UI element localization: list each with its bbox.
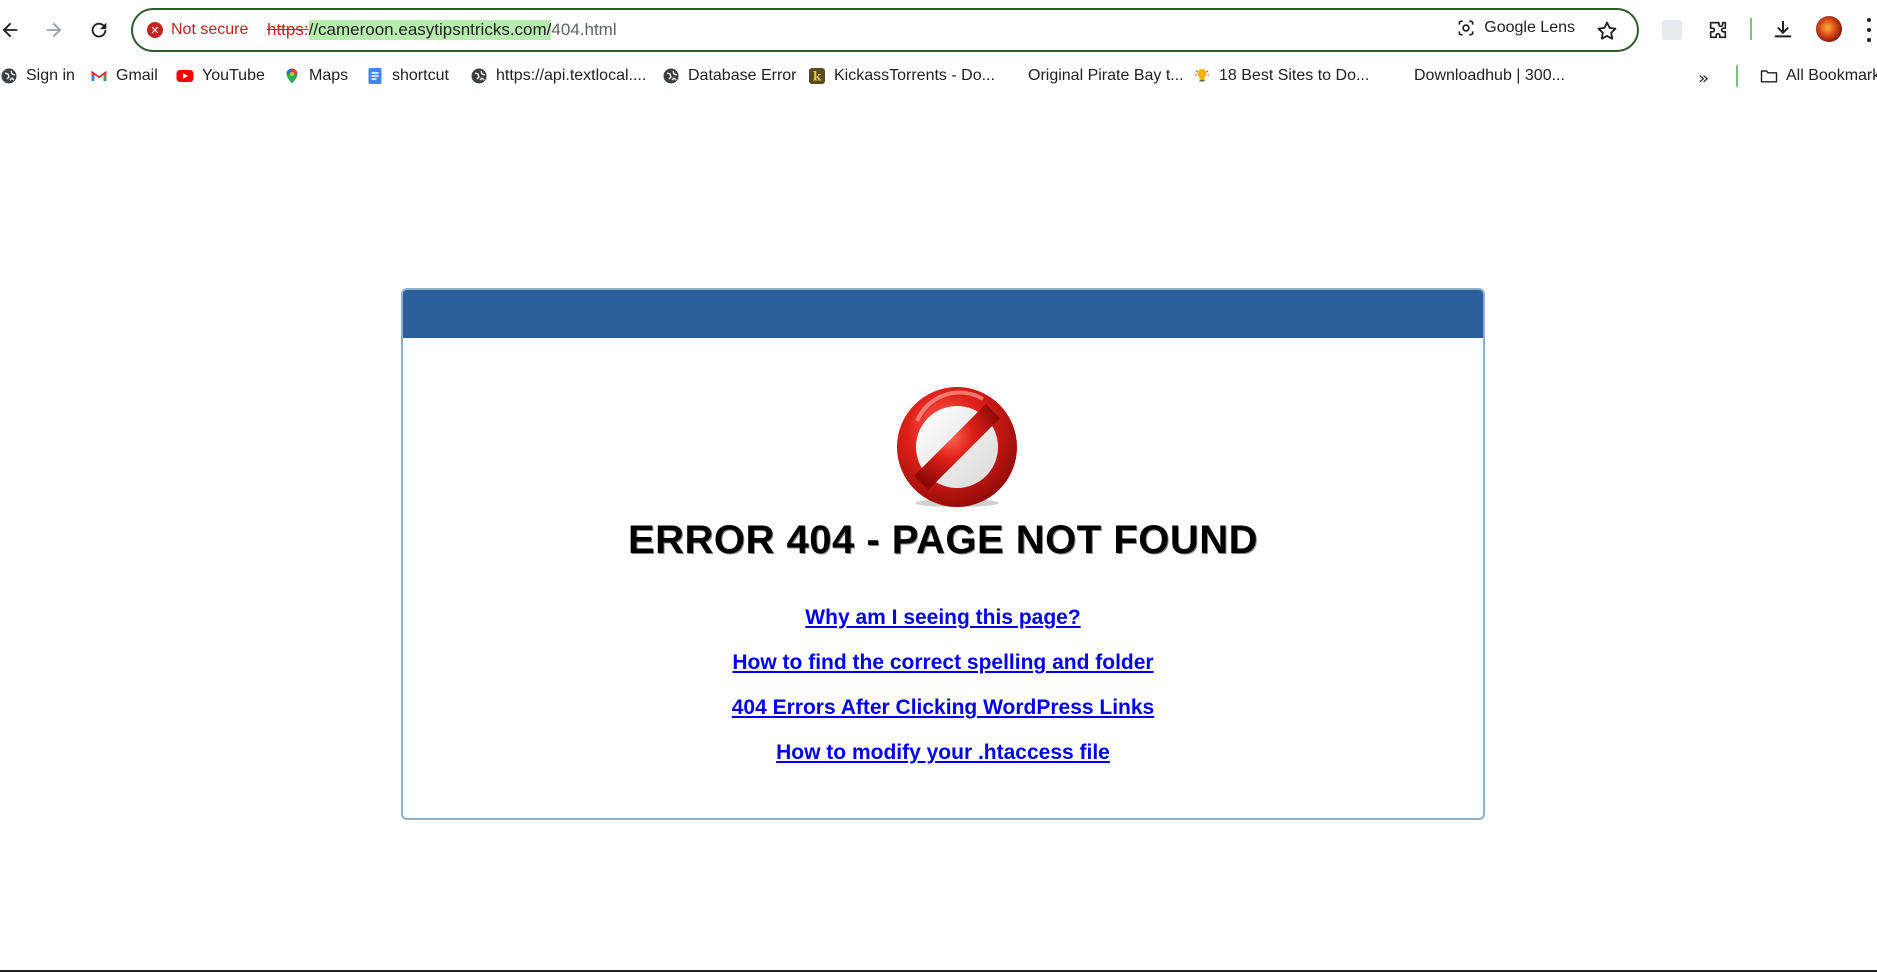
bookmark-kickasstorrents[interactable]: k KickassTorrents - Do... bbox=[808, 64, 995, 88]
error-panel-header bbox=[403, 290, 1483, 338]
back-arrow-icon bbox=[2, 22, 18, 38]
reload-icon bbox=[91, 22, 107, 38]
menu-icon[interactable] bbox=[1866, 18, 1872, 42]
bookmark-downloadhub[interactable]: Downloadhub | 300... bbox=[1388, 64, 1565, 88]
url-path: 404.html bbox=[551, 20, 617, 39]
error-panel: ERROR 404 - PAGE NOT FOUND Why am I seei… bbox=[401, 288, 1485, 820]
folder-icon bbox=[1760, 67, 1778, 85]
extensions-icon[interactable] bbox=[1702, 14, 1734, 46]
prohibited-icon bbox=[897, 387, 1017, 507]
error-title: ERROR 404 - PAGE NOT FOUND bbox=[627, 518, 1259, 562]
gmail-icon bbox=[90, 67, 108, 85]
bookmark-youtube[interactable]: YouTube bbox=[176, 64, 265, 88]
profile-avatar[interactable] bbox=[1816, 16, 1842, 42]
bookmark-pirate-bay[interactable]: Original Pirate Bay t... bbox=[1002, 64, 1184, 88]
forward-arrow-icon bbox=[46, 22, 62, 38]
blank-icon bbox=[1388, 67, 1406, 85]
url-text[interactable]: https://cameroon.easytipsntricks.com/404… bbox=[267, 20, 617, 40]
bulb-icon bbox=[1193, 67, 1211, 85]
reload-button[interactable] bbox=[81, 12, 117, 48]
extension-placeholder-icon[interactable] bbox=[1656, 14, 1688, 46]
link-modify-htaccess[interactable]: How to modify your .htaccess file bbox=[776, 741, 1110, 765]
not-secure-icon: ✕ bbox=[147, 22, 163, 38]
bookmark-api-textlocal[interactable]: https://api.textlocal.... bbox=[470, 64, 646, 88]
bookmark-maps[interactable]: Maps bbox=[283, 64, 348, 88]
url-scheme: https: bbox=[267, 20, 309, 39]
lens-label: Google Lens bbox=[1484, 19, 1575, 36]
all-bookmarks-button[interactable]: All Bookmarks bbox=[1760, 64, 1877, 88]
link-why-seeing-page[interactable]: Why am I seeing this page? bbox=[805, 606, 1080, 630]
toolbar-divider bbox=[1750, 18, 1752, 40]
bookmarks-bar: Sign in Gmail YouTube Maps shortcut http… bbox=[0, 60, 1877, 92]
back-button[interactable] bbox=[0, 12, 28, 48]
youtube-icon bbox=[176, 67, 194, 85]
bookmark-gmail[interactable]: Gmail bbox=[90, 64, 158, 88]
bookmark-database-error[interactable]: Database Error bbox=[662, 64, 797, 88]
kickass-icon: k bbox=[808, 67, 826, 85]
google-lens-button[interactable]: Google Lens bbox=[1456, 18, 1575, 38]
forward-button[interactable] bbox=[36, 12, 72, 48]
url-host: //cameroon.easytipsntricks.com/ bbox=[308, 20, 552, 40]
link-wordpress-404[interactable]: 404 Errors After Clicking WordPress Link… bbox=[732, 696, 1154, 720]
lens-icon bbox=[1458, 20, 1474, 36]
link-correct-spelling[interactable]: How to find the correct spelling and fol… bbox=[732, 651, 1153, 675]
docs-icon bbox=[366, 67, 384, 85]
security-label: Not secure bbox=[171, 21, 249, 38]
downloads-icon[interactable] bbox=[1767, 14, 1799, 46]
globe-icon bbox=[0, 67, 18, 85]
bookmark-shortcut[interactable]: shortcut bbox=[366, 64, 449, 88]
bookmark-star-icon[interactable] bbox=[1595, 19, 1619, 43]
blank-icon bbox=[1002, 67, 1020, 85]
globe-icon bbox=[662, 67, 680, 85]
bookmarks-divider bbox=[1736, 65, 1738, 87]
address-bar[interactable]: ✕ Not secure https://cameroon.easytipsnt… bbox=[131, 8, 1639, 52]
more-bookmarks-chevron-icon[interactable]: » bbox=[1698, 68, 1709, 89]
security-chip[interactable]: ✕ Not secure bbox=[147, 15, 248, 45]
globe-icon bbox=[470, 67, 488, 85]
help-links: Why am I seeing this page? How to find t… bbox=[403, 606, 1483, 786]
bookmark-sign-in[interactable]: Sign in bbox=[0, 64, 75, 88]
svg-text:k: k bbox=[813, 70, 822, 84]
bookmark-18-best-sites[interactable]: 18 Best Sites to Do... bbox=[1193, 64, 1369, 88]
maps-icon bbox=[283, 67, 301, 85]
browser-toolbar: ✕ Not secure https://cameroon.easytipsnt… bbox=[0, 0, 1877, 60]
